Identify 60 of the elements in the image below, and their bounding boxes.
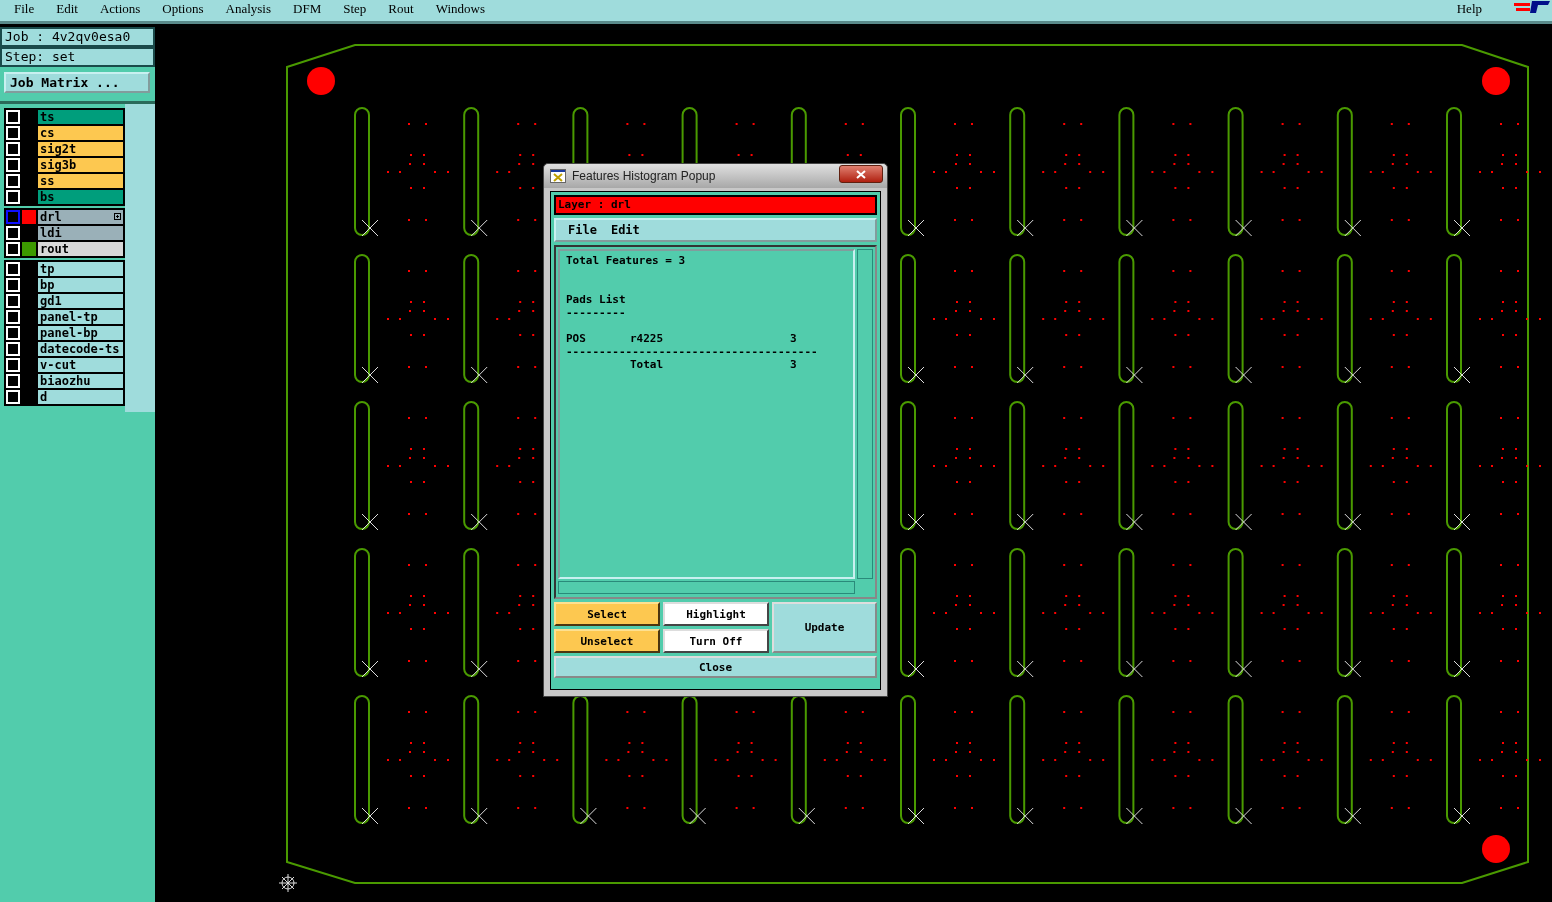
table-cell: 3 [790,332,797,345]
layer-name[interactable]: drl [38,210,123,224]
menu-item[interactable]: File [14,1,35,16]
action-button[interactable]: Unselect [554,629,660,653]
layer-name[interactable]: sig2t [38,142,123,156]
close-icon[interactable] [839,165,883,183]
layer-name[interactable]: rout [38,242,123,256]
layer-name[interactable]: ts [38,110,123,124]
layer-name[interactable]: sig3b [38,158,123,172]
action-button[interactable]: Turn Off [663,629,769,653]
horizontal-scrollbar[interactable] [558,581,855,594]
menu-item[interactable]: Analysis [225,1,272,16]
layer-name[interactable]: cs [38,126,123,140]
menu-item[interactable]: Edit [610,223,640,237]
logo-icon [1512,0,1552,14]
expand-icon[interactable] [114,213,121,220]
table-cell: 3 [790,358,797,371]
menu-item[interactable]: Actions [99,1,141,16]
menu-item[interactable]: DFM [293,1,322,16]
step-label: Step: set [0,47,155,67]
menu-item[interactable]: File [568,223,597,237]
compass-icon [278,873,298,893]
table-cell-text: POS [566,332,587,345]
color-swatch[interactable] [22,242,36,256]
table-cell-text: Total [630,358,665,371]
action-button[interactable]: Select [554,602,660,626]
menu-item[interactable]: Help [1456,1,1482,16]
layer-name[interactable]: bs [38,190,123,204]
layer-name[interactable]: gd1 [38,294,123,308]
layer-name[interactable]: bp [38,278,123,292]
color-swatch[interactable] [22,210,36,224]
section-title: Pads List [566,293,626,306]
job-label: Job : 4v2qv0esa0 [0,27,155,47]
menu-item[interactable]: Windows [435,1,485,16]
layer-name[interactable]: panel-bp [38,326,123,340]
menu-item[interactable]: Edit [56,1,78,16]
menu-item[interactable]: Options [162,1,204,16]
layer-name[interactable]: biaozhu [38,374,123,388]
action-button[interactable]: Highlight [663,602,769,626]
vertical-scrollbar[interactable] [857,249,873,579]
layer-label: Layer : drl [554,195,877,215]
divider-text: -------------------------------------- [566,345,818,358]
layer-name[interactable]: panel-tp [38,310,123,324]
layer-name[interactable]: d [38,390,123,404]
layer-name[interactable]: ldi [38,226,123,240]
divider-text: --------- [566,306,626,319]
update-button[interactable]: Update [772,602,877,653]
menu-item[interactable]: Step [343,1,367,16]
window-icon [550,169,566,183]
table-cell-text: r4225 [630,332,665,345]
layer-name[interactable]: tp [38,262,123,276]
close-button[interactable]: Close [554,656,877,678]
layer-name[interactable]: v-cut [38,358,123,372]
layer-name[interactable]: datecode-ts [38,342,123,356]
window-title: Features Histogram Popup [572,169,717,183]
report-line: Total Features = 3 [566,254,686,267]
layer-checkbox[interactable] [6,210,20,224]
layer-name[interactable]: ss [38,174,123,188]
job-matrix-button[interactable]: Job Matrix ... [4,72,150,93]
menu-item[interactable]: Rout [388,1,414,16]
